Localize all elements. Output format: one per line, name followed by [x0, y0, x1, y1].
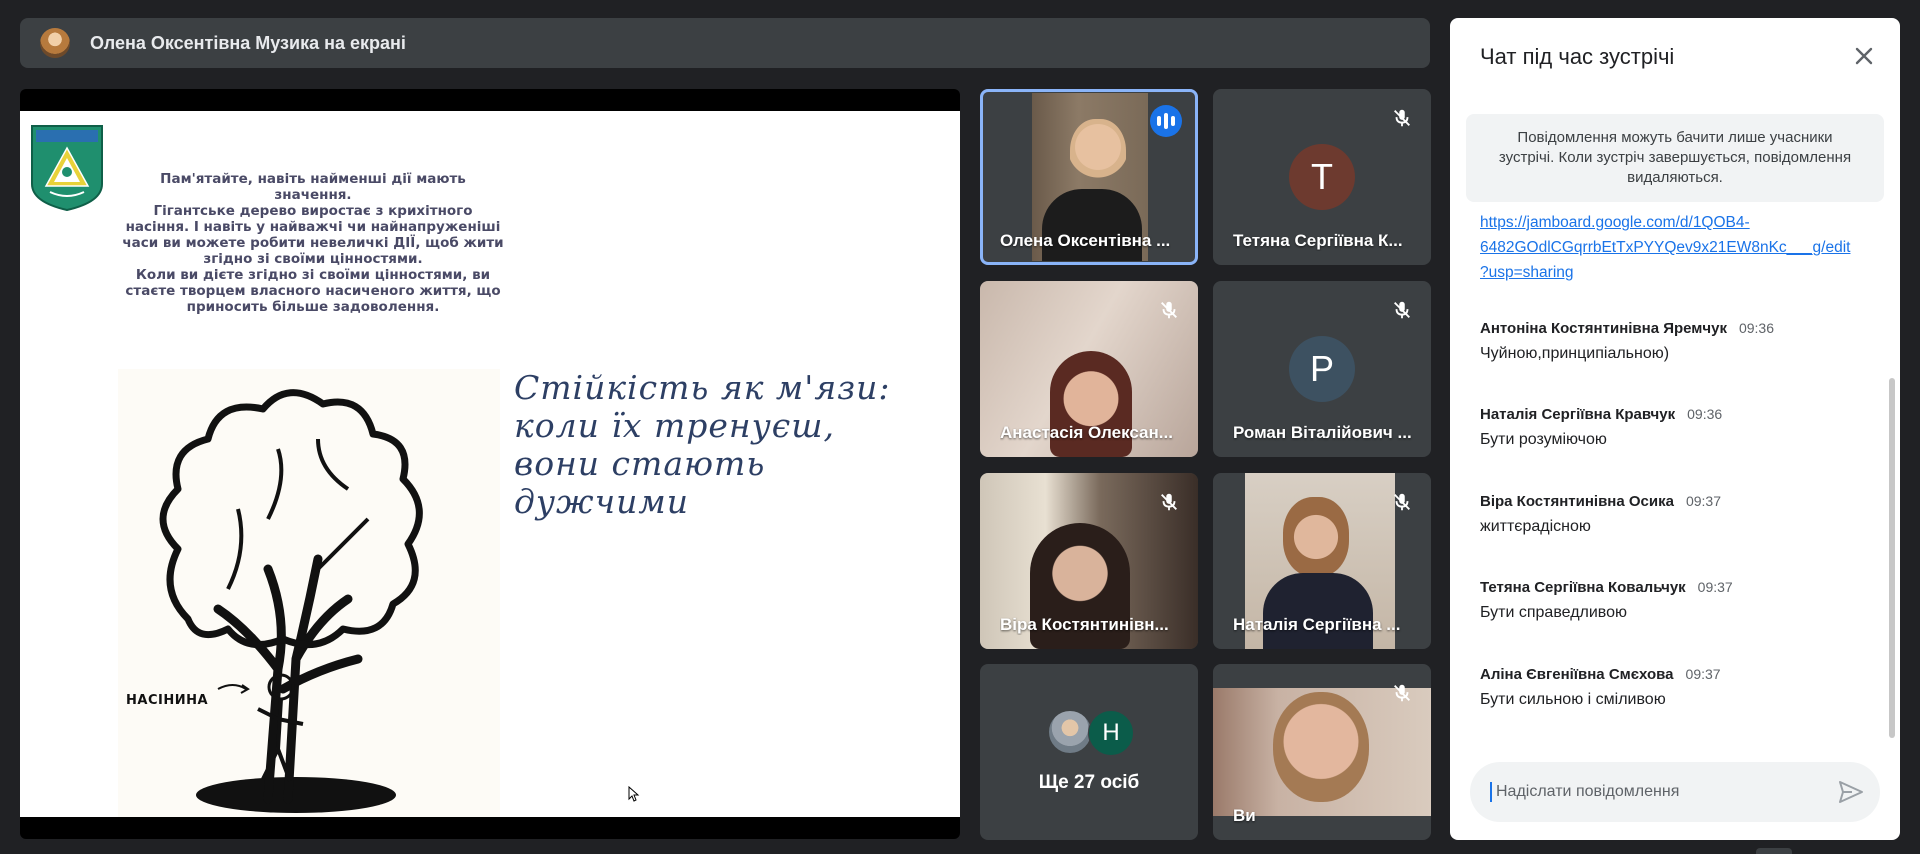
chat-message: Віра Костянтинівна Осика 09:37 життєраді… [1480, 493, 1870, 536]
participant-name: Наталія Сергіївна ... [1233, 615, 1401, 634]
more-participants-count: Ще 27 осіб [1038, 772, 1140, 793]
message-time: 09:37 [1697, 579, 1733, 595]
send-icon[interactable] [1838, 780, 1864, 804]
participant-name: Анастасія Олексан... [1000, 423, 1173, 442]
tree-illustration [159, 389, 423, 813]
participant-avatar: P [1289, 336, 1355, 402]
message-text: життєрадісною [1480, 518, 1591, 535]
microphone-muted-icon [1394, 684, 1410, 702]
seed-label: НАСІНИНА [126, 693, 209, 708]
close-icon[interactable] [1852, 44, 1876, 68]
message-text: Бути справедливою [1480, 604, 1628, 621]
presenter-avatar [40, 28, 70, 58]
chat-message: Антоніна Костянтинівна Яремчук 09:36 Чуй… [1480, 320, 1870, 363]
chat-link[interactable]: https://jamboard.google.com/d/1QOB4- 648… [1480, 210, 1870, 285]
chat-title: Чат під час зустрічі [1480, 44, 1675, 69]
chat-scrollbar[interactable] [1889, 378, 1895, 738]
message-text: Бути сильною і сміливою [1480, 691, 1666, 708]
mouse-cursor-icon [628, 786, 640, 802]
more-participants-tile[interactable]: H Ще 27 осіб [980, 664, 1198, 840]
participant-tile-tetiana[interactable]: T Тетяна Сергіївна К... [1213, 89, 1431, 265]
message-time: 09:37 [1685, 493, 1722, 509]
message-text: Чуйною,принципіальною) [1480, 345, 1670, 362]
more-participants-avatars: H [1048, 710, 1138, 756]
message-time: 09:36 [1738, 320, 1774, 336]
participant-name: Тетяна Сергіївна К... [1233, 231, 1403, 250]
participant-name: Олена Оксентівна ... [1000, 231, 1171, 250]
presenter-banner: Олена Оксентівна Музика на екрані [20, 18, 1430, 68]
shared-screen[interactable]: Пам'ятайте, навіть найменші дії мають зн… [20, 89, 960, 839]
participant-tile-anastasiia[interactable]: Анастасія Олексан... [980, 281, 1198, 457]
chat-panel: Чат під час зустрічі Повідомлення можуть… [1450, 18, 1900, 840]
message-author: Аліна Євгеніївна Смєхова [1480, 666, 1674, 683]
participant-avatar: H [1088, 710, 1134, 756]
presentation-slide: Пам'ятайте, навіть найменші дії мають зн… [20, 111, 960, 817]
slide-quote: Пам'ятайте, навіть найменші дії мають зн… [122, 171, 504, 315]
presenter-text: Олена Оксентівна Музика на екрані [90, 32, 406, 53]
microphone-muted-icon [1394, 109, 1410, 127]
chat-message: Аліна Євгеніївна Смєхова 09:37 Бути силь… [1480, 666, 1870, 709]
message-author: Тетяна Сергіївна Ковальчук [1480, 579, 1686, 596]
chat-message-input[interactable] [1490, 782, 1828, 802]
participant-tile-vira[interactable]: Віра Костянтинівн... [980, 473, 1198, 649]
microphone-muted-icon [1394, 301, 1410, 319]
microphone-muted-icon [1161, 301, 1177, 319]
participant-avatar: T [1289, 144, 1355, 210]
message-time: 09:36 [1687, 406, 1723, 422]
slide-heading: Стійкість як м'язи: коли їх тренуєш, вон… [514, 368, 891, 521]
university-logo-icon [31, 125, 103, 212]
participant-tile-olena[interactable]: Олена Оксентівна ... [980, 89, 1198, 265]
chat-input-box[interactable] [1470, 762, 1880, 822]
participant-name: Віра Костянтинівн... [1000, 615, 1169, 634]
message-text: Бути розуміючою [1480, 431, 1607, 448]
participant-name: Ви [1233, 806, 1256, 825]
microphone-muted-icon [1161, 493, 1177, 511]
message-author: Віра Костянтинівна Осика [1480, 493, 1674, 510]
message-author: Антоніна Костянтинівна Яремчук [1480, 320, 1727, 337]
message-author: Наталія Сергіївна Кравчук [1480, 406, 1676, 423]
chat-notice: Повідомлення можуть бачити лише учасники… [1466, 114, 1884, 202]
message-time: 09:37 [1685, 666, 1721, 682]
participant-tile-roman[interactable]: P Роман Віталійович ... [1213, 281, 1431, 457]
participant-tile-self[interactable]: Ви [1213, 664, 1431, 840]
chat-message: Наталія Сергіївна Кравчук 09:36 Бути роз… [1480, 406, 1870, 449]
chat-message: Тетяна Сергіївна Ковальчук 09:37 Бути сп… [1480, 579, 1870, 622]
speaking-indicator-icon [1150, 105, 1182, 137]
microphone-muted-icon [1394, 493, 1410, 511]
participant-tile-nataliia[interactable]: Наталія Сергіївна ... [1213, 473, 1431, 649]
participant-avatar [1048, 710, 1092, 754]
participant-name: Роман Віталійович ... [1233, 423, 1412, 442]
